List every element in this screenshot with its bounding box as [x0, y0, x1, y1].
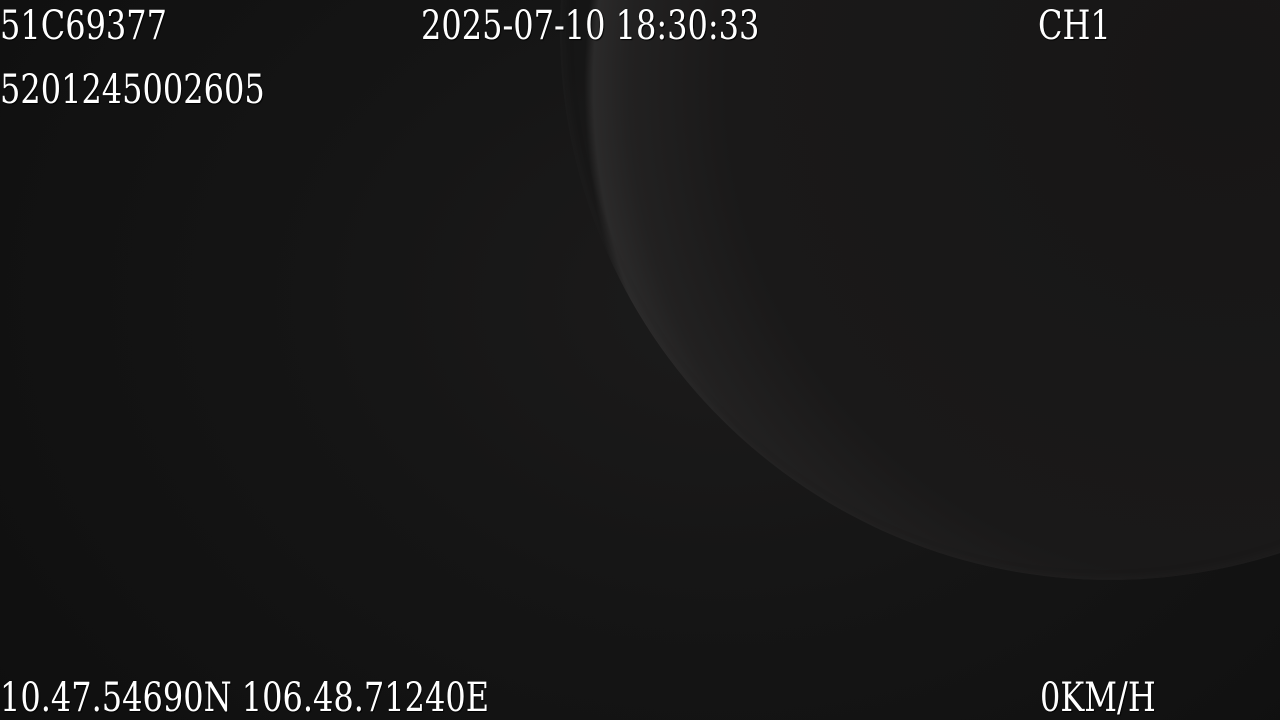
camera-dome-edge: [560, 0, 1280, 580]
vehicle-plate-label: 51C69377: [0, 3, 167, 49]
gps-coordinates-label: 10.47.54690N 106.48.71240E: [0, 675, 490, 720]
channel-label: CH1: [1038, 3, 1111, 49]
speed-label: 0KM/H: [1040, 675, 1156, 720]
camera-dome-rim: [560, 0, 1280, 580]
camera-feed-frame: 51C69377 2025-07-10 18:30:33 CH1 5201245…: [0, 0, 1280, 720]
device-id-label: 5201245002605: [0, 67, 265, 113]
timestamp-label: 2025-07-10 18:30:33: [421, 3, 760, 49]
